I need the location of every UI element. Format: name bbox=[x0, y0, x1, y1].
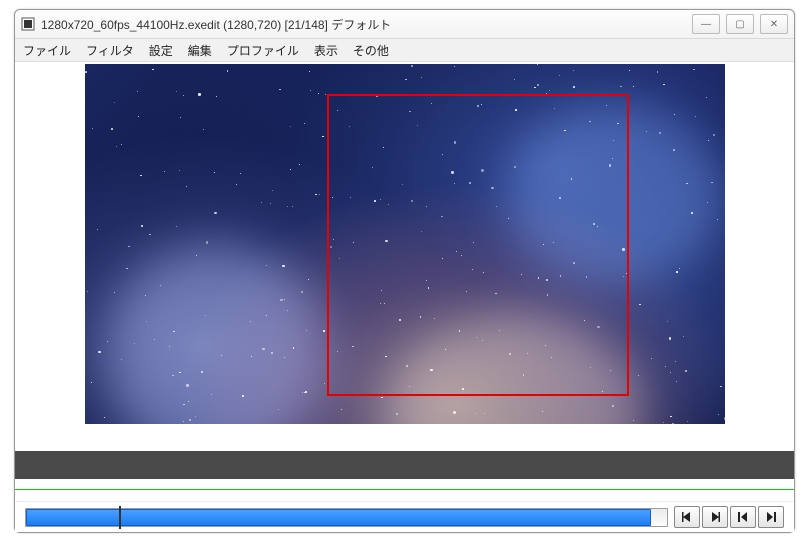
menu-filter[interactable]: フィルタ bbox=[86, 42, 134, 59]
jump-end-button[interactable] bbox=[758, 506, 784, 528]
menu-file[interactable]: ファイル bbox=[23, 42, 71, 59]
menu-edit[interactable]: 編集 bbox=[188, 42, 212, 59]
preview-area bbox=[15, 62, 794, 427]
frame-scrollbar[interactable] bbox=[25, 508, 668, 527]
timeline-marker-line bbox=[15, 489, 794, 490]
playhead-handle[interactable] bbox=[119, 506, 121, 529]
menubar: ファイル フィルタ 設定 編集 プロファイル 表示 その他 bbox=[15, 39, 794, 62]
jump-start-icon bbox=[737, 511, 749, 523]
close-button[interactable]: ✕ bbox=[760, 14, 788, 34]
minimize-button[interactable]: — bbox=[692, 14, 720, 34]
step-forward-icon bbox=[709, 511, 721, 523]
playback-row bbox=[15, 501, 794, 532]
bottom-panel bbox=[15, 451, 794, 532]
step-back-button[interactable] bbox=[674, 506, 700, 528]
menu-other[interactable]: その他 bbox=[353, 42, 389, 59]
app-window: 1280x720_60fps_44100Hz.exedit (1280,720)… bbox=[14, 9, 795, 533]
timeline-bar[interactable] bbox=[15, 451, 794, 479]
window-title: 1280x720_60fps_44100Hz.exedit (1280,720)… bbox=[41, 16, 692, 33]
step-back-icon bbox=[681, 511, 693, 523]
maximize-button[interactable]: ▢ bbox=[726, 14, 754, 34]
menu-profile[interactable]: プロファイル bbox=[227, 42, 299, 59]
selection-box[interactable] bbox=[327, 94, 629, 396]
titlebar[interactable]: 1280x720_60fps_44100Hz.exedit (1280,720)… bbox=[15, 10, 794, 39]
app-icon bbox=[21, 17, 35, 31]
menu-view[interactable]: 表示 bbox=[314, 42, 338, 59]
preview-canvas[interactable] bbox=[85, 64, 725, 424]
menu-settings[interactable]: 設定 bbox=[149, 42, 173, 59]
step-forward-button[interactable] bbox=[702, 506, 728, 528]
jump-start-button[interactable] bbox=[730, 506, 756, 528]
timeline-ruler[interactable] bbox=[15, 479, 794, 501]
jump-end-icon bbox=[765, 511, 777, 523]
